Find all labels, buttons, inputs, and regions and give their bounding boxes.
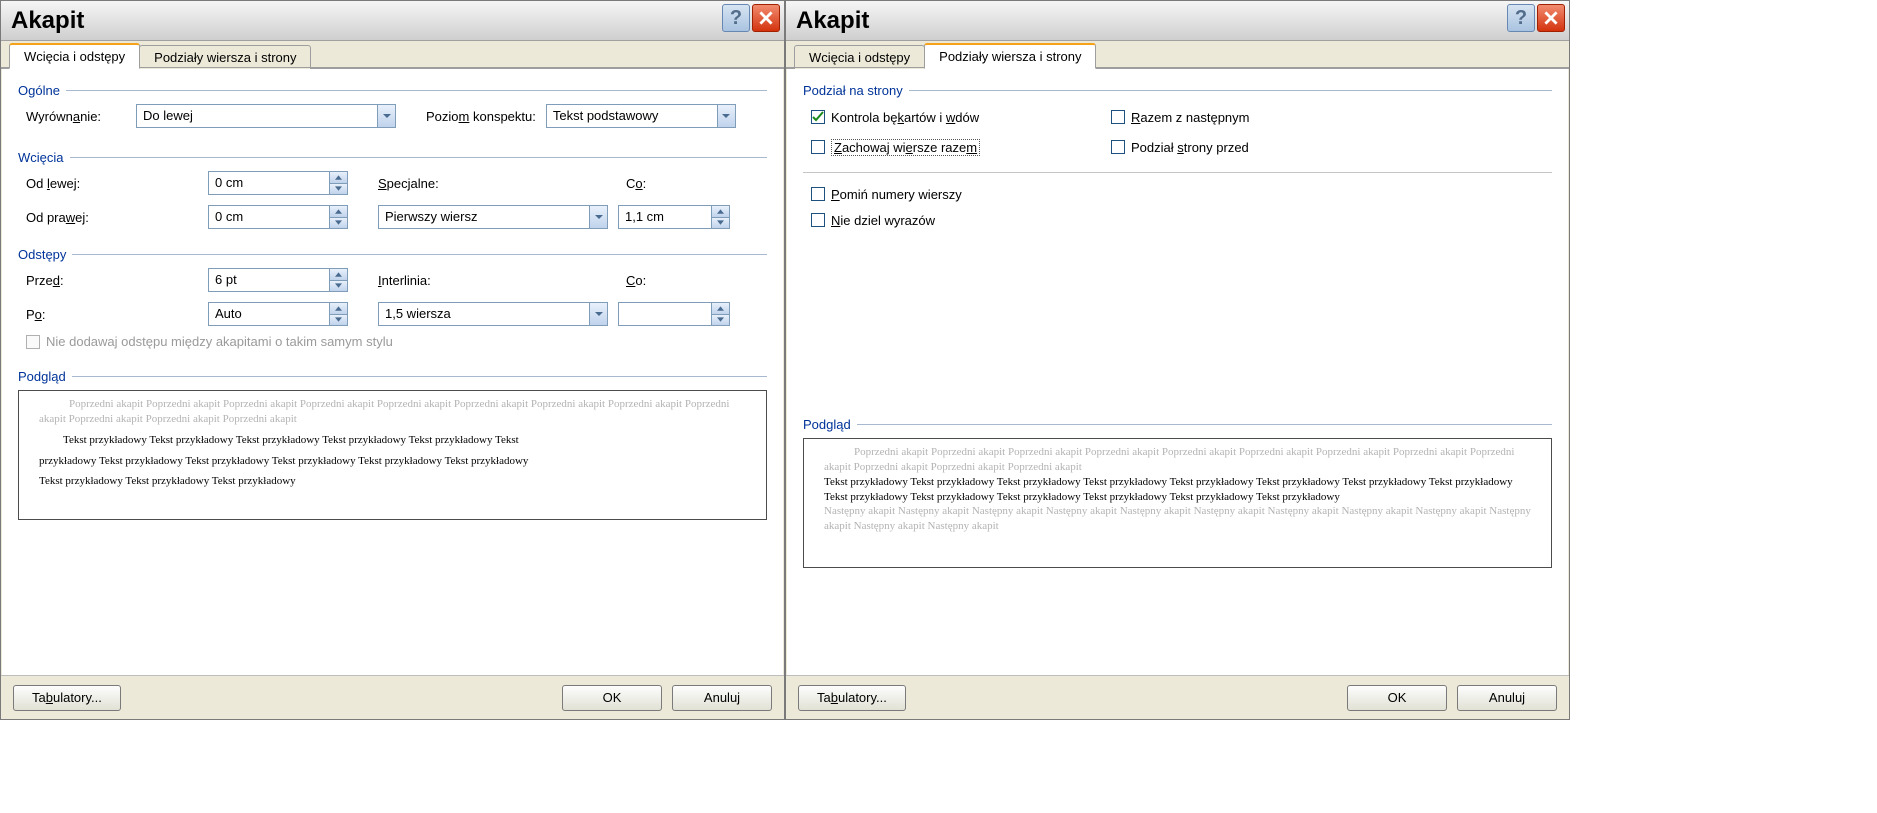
at-label: Co: bbox=[626, 273, 728, 288]
close-button[interactable] bbox=[752, 4, 780, 32]
window-title: Akapit bbox=[796, 7, 869, 35]
chevron-down-icon bbox=[377, 105, 395, 127]
special-combo[interactable]: Pierwszy wiersz bbox=[378, 205, 608, 229]
ok-button[interactable]: OK bbox=[1347, 685, 1447, 711]
outline-combo[interactable]: Tekst podstawowy bbox=[546, 104, 736, 128]
chevron-down-icon bbox=[589, 303, 607, 325]
indent-left-spinner[interactable]: 0 cm bbox=[208, 171, 348, 195]
button-bar: Tabulatory... OK Anuluj bbox=[1, 675, 784, 719]
spinner-down-icon[interactable] bbox=[330, 280, 347, 292]
tab-line-page-breaks[interactable]: Podziały wiersza i strony bbox=[924, 43, 1096, 69]
group-general: Ogólne bbox=[18, 83, 60, 98]
no-hyphenate-checkbox[interactable]: Nie dziel wyrazów bbox=[811, 207, 1552, 233]
chevron-down-icon bbox=[589, 206, 607, 228]
help-button[interactable]: ? bbox=[722, 4, 750, 32]
suppress-line-numbers-checkbox[interactable]: Pomiń numery wierszy bbox=[811, 181, 1552, 207]
tab-line-page-breaks[interactable]: Podziały wiersza i strony bbox=[139, 45, 311, 69]
by-label: Co: bbox=[626, 176, 728, 191]
window-title: Akapit bbox=[11, 7, 84, 35]
tabs-button[interactable]: Tabulatory... bbox=[798, 685, 906, 711]
preview-box: Poprzedni akapit Poprzedni akapit Poprze… bbox=[18, 390, 767, 520]
paragraph-dialog-left: Akapit ? Wcięcia i odstępy Podziały wier… bbox=[0, 0, 785, 720]
titlebar[interactable]: Akapit ? bbox=[1, 1, 784, 41]
chevron-down-icon bbox=[717, 105, 735, 127]
indent-right-spinner[interactable]: 0 cm bbox=[208, 205, 348, 229]
tab-content-indents: Ogólne Wyrównanie: Do lewej Poziom konsp… bbox=[1, 69, 784, 675]
keep-lines-together-checkbox[interactable]: Zachowaj wiersze razem bbox=[811, 134, 1103, 160]
tabbar: Wcięcia i odstępy Podziały wiersza i str… bbox=[1, 41, 784, 69]
cancel-button[interactable]: Anuluj bbox=[1457, 685, 1557, 711]
spinner-up-icon[interactable] bbox=[712, 206, 729, 217]
group-spacing: Odstępy bbox=[18, 247, 66, 262]
tab-indents-spacing[interactable]: Wcięcia i odstępy bbox=[794, 45, 925, 69]
tab-content-breaks: Podział na strony Kontrola bękartów i wd… bbox=[786, 69, 1569, 675]
checkbox-icon bbox=[26, 335, 40, 349]
spinner-down-icon[interactable] bbox=[712, 314, 729, 326]
linespacing-combo[interactable]: 1,5 wiersza bbox=[378, 302, 608, 326]
spinner-up-icon[interactable] bbox=[712, 303, 729, 314]
keep-with-next-checkbox[interactable]: Razem z następnym bbox=[1111, 104, 1363, 130]
checkbox-icon bbox=[1111, 110, 1125, 124]
tab-indents-spacing[interactable]: Wcięcia i odstępy bbox=[9, 43, 140, 69]
tabs-button[interactable]: Tabulatory... bbox=[13, 685, 121, 711]
spinner-up-icon[interactable] bbox=[330, 172, 347, 183]
before-label: Przed: bbox=[26, 273, 121, 288]
spinner-down-icon[interactable] bbox=[330, 314, 347, 326]
group-preview: Podgląd bbox=[18, 369, 66, 384]
page-break-before-checkbox[interactable]: Podział strony przed bbox=[1111, 134, 1363, 160]
checkbox-icon bbox=[811, 187, 825, 201]
button-bar: Tabulatory... OK Anuluj bbox=[786, 675, 1569, 719]
spinner-down-icon[interactable] bbox=[330, 183, 347, 195]
titlebar[interactable]: Akapit ? bbox=[786, 1, 1569, 41]
outline-label: Poziom konspektu: bbox=[426, 109, 536, 124]
close-button[interactable] bbox=[1537, 4, 1565, 32]
checkbox-icon bbox=[811, 140, 825, 154]
alignment-combo[interactable]: Do lewej bbox=[136, 104, 396, 128]
spinner-up-icon[interactable] bbox=[330, 206, 347, 217]
after-label: Po: bbox=[26, 307, 121, 322]
cancel-button[interactable]: Anuluj bbox=[672, 685, 772, 711]
indent-right-label: Od prawej: bbox=[26, 210, 121, 225]
tabbar: Wcięcia i odstępy Podziały wiersza i str… bbox=[786, 41, 1569, 69]
alignment-label: Wyrównanie: bbox=[26, 109, 136, 124]
group-pagination: Podział na strony bbox=[803, 83, 903, 98]
group-preview: Podgląd bbox=[803, 417, 851, 432]
linespacing-label: Interlinia: bbox=[378, 273, 608, 288]
spinner-down-icon[interactable] bbox=[330, 217, 347, 229]
at-spinner[interactable] bbox=[618, 302, 730, 326]
ok-button[interactable]: OK bbox=[562, 685, 662, 711]
checkbox-checked-icon bbox=[811, 110, 825, 124]
widow-orphan-checkbox[interactable]: Kontrola bękartów i wdów bbox=[811, 104, 1103, 130]
help-button[interactable]: ? bbox=[1507, 4, 1535, 32]
paragraph-dialog-right: Akapit ? Wcięcia i odstępy Podziały wier… bbox=[785, 0, 1570, 720]
spinner-up-icon[interactable] bbox=[330, 303, 347, 314]
spinner-down-icon[interactable] bbox=[712, 217, 729, 229]
checkbox-icon bbox=[1111, 140, 1125, 154]
group-indent: Wcięcia bbox=[18, 150, 64, 165]
checkbox-icon bbox=[811, 213, 825, 227]
after-spinner[interactable]: Auto bbox=[208, 302, 348, 326]
indent-left-label: Od lewej: bbox=[26, 176, 121, 191]
no-space-same-style-checkbox: Nie dodawaj odstępu między akapitami o t… bbox=[26, 334, 767, 349]
preview-box: Poprzedni akapit Poprzedni akapit Poprze… bbox=[803, 438, 1552, 568]
before-spinner[interactable]: 6 pt bbox=[208, 268, 348, 292]
spinner-up-icon[interactable] bbox=[330, 269, 347, 280]
by-spinner[interactable]: 1,1 cm bbox=[618, 205, 730, 229]
special-label: Specjalne: bbox=[378, 176, 608, 191]
